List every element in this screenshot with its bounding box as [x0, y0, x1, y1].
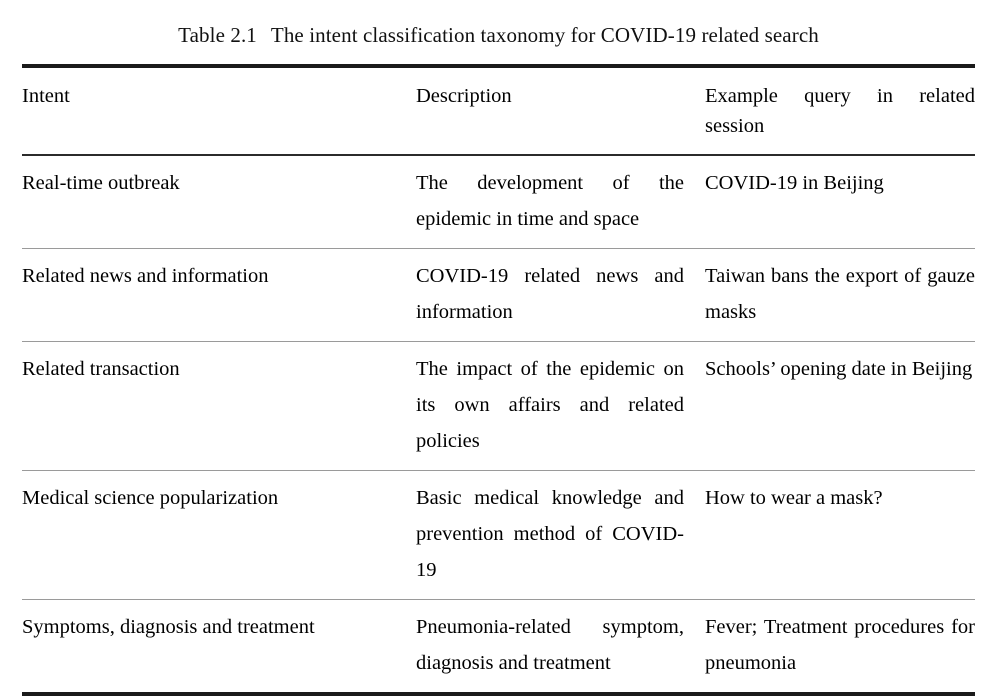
column-header-description: Description: [413, 68, 702, 156]
cell-example: Taiwan bans the export of gauze masks: [702, 248, 975, 342]
cell-example: How to wear a mask?: [702, 470, 975, 600]
cell-intent: Symptoms, diagnosis and treatment: [22, 616, 315, 638]
table-bottom-rule: [22, 692, 975, 696]
cell-example: COVID-19 in Beijing: [702, 155, 975, 249]
table-page: Table 2.1 The intent classification taxon…: [0, 0, 1000, 696]
table-header: Intent Description Example query in rela…: [22, 68, 975, 156]
column-header-example: Example query in related session: [702, 68, 975, 156]
table-row: Symptoms, diagnosis and treatment Pneumo…: [22, 600, 975, 693]
table-container: Intent Description Example query in rela…: [22, 64, 975, 696]
cell-intent: Related transaction: [22, 341, 413, 471]
cell-intent: Related news and information: [22, 248, 413, 342]
cell-description: The development of the epidemic in time …: [413, 155, 702, 249]
table-row: Medical science popularization Basic med…: [22, 470, 975, 600]
table-row: Related news and information COVID-19 re…: [22, 248, 975, 342]
cell-intent: Real-time outbreak: [22, 155, 413, 249]
cell-description: COVID-19 related news and information: [413, 248, 702, 342]
cell-intent: Medical science popularization: [22, 470, 413, 600]
cell-description: Pneumonia-related symp­tom, diagnosis an…: [416, 616, 684, 674]
table-row: Real-time outbreak The development of th…: [22, 155, 975, 249]
table-caption-text: The intent classification taxonomy for C…: [270, 23, 819, 47]
table-caption-number: Table 2.1: [178, 23, 257, 47]
table-row: Related transaction The impact of the ep…: [22, 341, 975, 471]
cell-example: Schools’ opening date in Beijing: [702, 341, 975, 471]
intent-taxonomy-table: Intent Description Example query in rela…: [22, 68, 975, 692]
table-caption: Table 2.1 The intent classification taxon…: [0, 0, 1000, 48]
cell-description: Basic medical knowledge and prevention m…: [413, 470, 702, 600]
column-header-intent: Intent: [22, 68, 413, 156]
cell-example: Fever; Treatment proce­dures for pneumon…: [705, 616, 975, 674]
table-header-row: Intent Description Example query in rela…: [22, 68, 975, 156]
table-body: Real-time outbreak The development of th…: [22, 155, 975, 692]
cell-description: The impact of the epi­demic on its own a…: [413, 341, 702, 471]
